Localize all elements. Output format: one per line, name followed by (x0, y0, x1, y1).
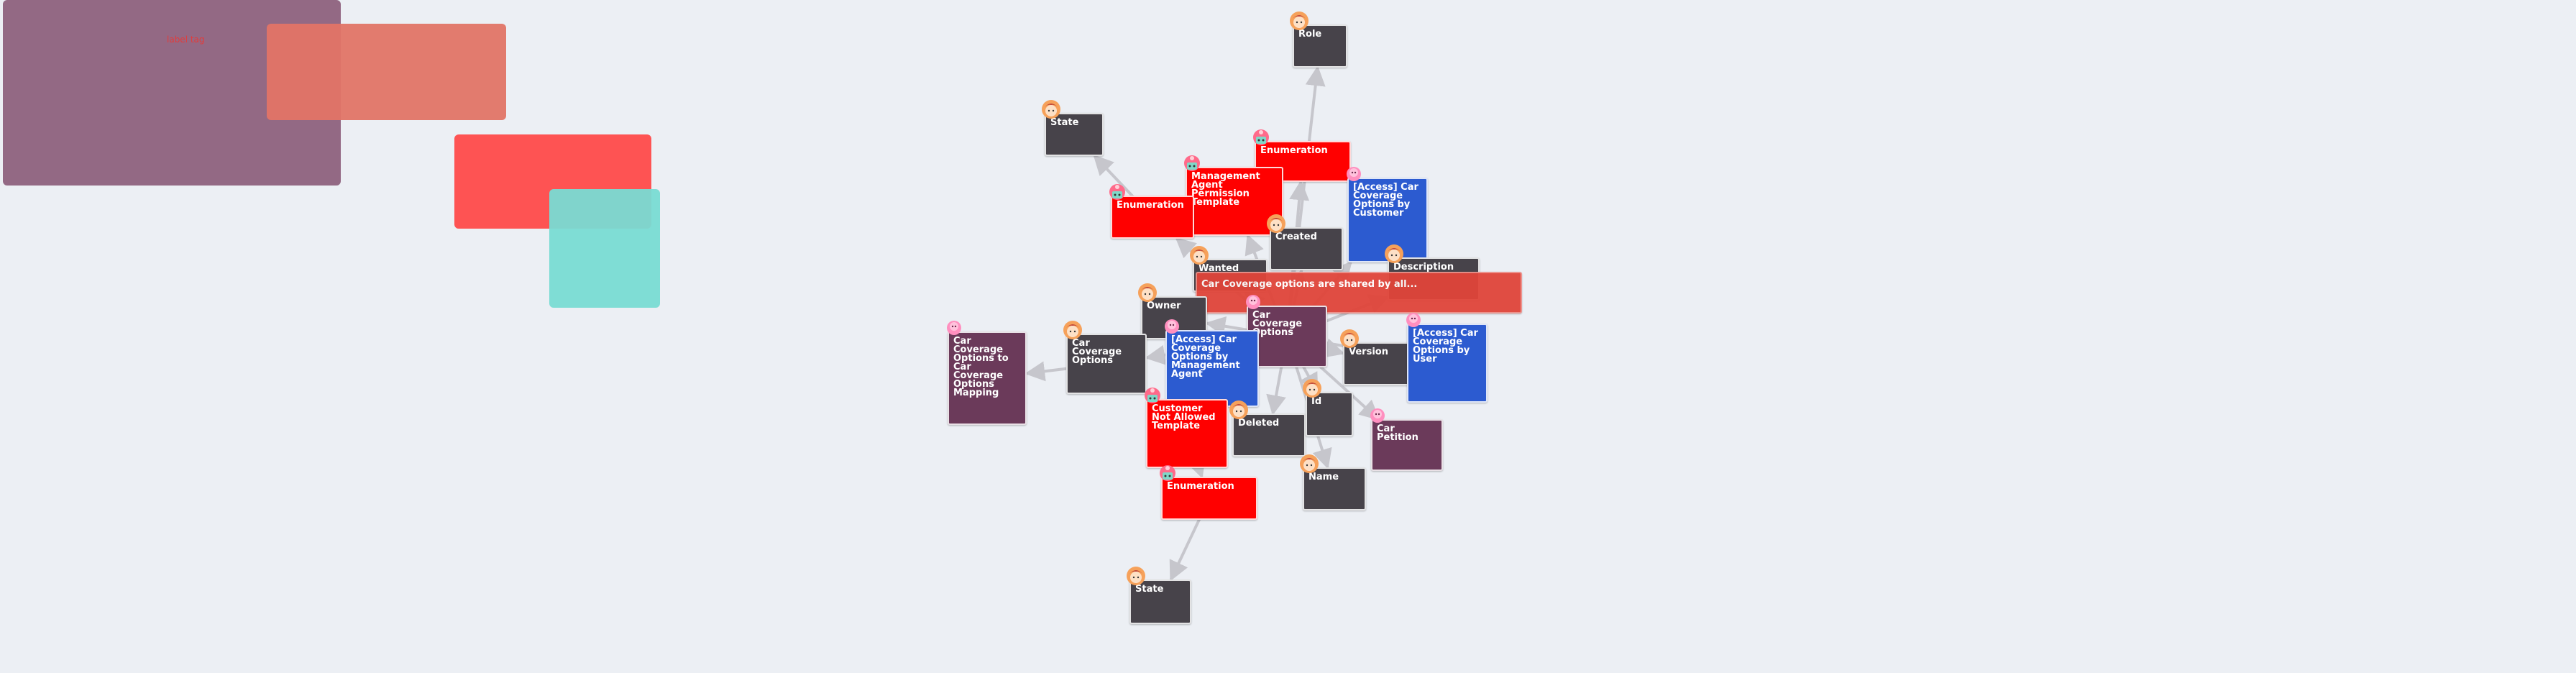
pink-blob-icon (943, 317, 965, 339)
avatar-icon (1040, 99, 1062, 120)
node-role[interactable]: Role (1290, 12, 1347, 68)
node-label: Enumeration (1167, 481, 1234, 492)
robot-icon (1157, 462, 1178, 484)
node-enum-left[interactable]: Enumeration (1109, 184, 1194, 239)
node-label: [Access] Car Coverage Options by Custome… (1353, 182, 1418, 219)
robot-icon (1142, 385, 1163, 406)
node-label: Customer Not Allowed Template (1152, 403, 1216, 431)
swimlane-region[interactable] (549, 189, 660, 308)
avatar-icon (1339, 328, 1360, 349)
avatar-icon (1125, 565, 1147, 587)
avatar-icon (1298, 453, 1320, 475)
avatar-icon (1062, 319, 1083, 341)
node-access-mgmt[interactable]: [Access] Car Coverage Options by Managem… (1165, 319, 1259, 407)
avatar-icon (1265, 213, 1287, 234)
pink-blob-icon (1343, 163, 1365, 185)
node-state-top[interactable]: State (1042, 100, 1104, 156)
avatar-icon (1383, 243, 1405, 265)
pink-blob-icon (1403, 309, 1424, 331)
node-label: Management Agent Permission Template (1191, 171, 1260, 208)
node-label: Car Coverage Options to Car Coverage Opt… (953, 336, 1009, 398)
avatar-icon (1228, 399, 1250, 421)
pink-blob-icon (1161, 316, 1183, 337)
node-label: [Access] Car Coverage Options by Managem… (1171, 334, 1240, 380)
node-customer-not-allowed[interactable]: Customer Not Allowed Template (1145, 388, 1228, 468)
node-version[interactable]: Version (1340, 329, 1413, 385)
node-label: Car Coverage options are shared by all..… (1201, 279, 1418, 290)
node-name[interactable]: Name (1300, 454, 1366, 511)
node-mapping[interactable]: Car Coverage Options to Car Coverage Opt… (947, 321, 1027, 425)
node-deleted[interactable]: Deleted (1229, 400, 1306, 457)
robot-icon (1250, 127, 1272, 148)
node-access-user[interactable]: [Access] Car Coverage Options by User (1406, 313, 1488, 403)
swimlane-region[interactable] (267, 24, 506, 120)
avatar-icon (1137, 282, 1158, 303)
node-label: [Access] Car Coverage Options by User (1413, 328, 1478, 365)
node-label: Enumeration (1260, 145, 1328, 156)
node-label: Car Coverage Options (1252, 310, 1303, 338)
node-label: Car Petition (1377, 424, 1418, 443)
region-label: label tag (167, 35, 205, 45)
node-enum-bottom[interactable]: Enumeration (1160, 465, 1257, 520)
avatar-icon (1188, 244, 1210, 266)
pink-blob-icon (1242, 291, 1264, 313)
node-created[interactable]: Created (1267, 214, 1343, 270)
avatar-icon (1288, 10, 1310, 32)
node-car-petition[interactable]: Car Petition (1370, 408, 1443, 471)
avatar-icon (1301, 377, 1323, 399)
node-label: Car Coverage Options (1072, 338, 1122, 366)
robot-icon (1181, 152, 1203, 174)
node-label: Description (1393, 262, 1454, 273)
node-car-coverage-options[interactable]: Car Coverage Options (1063, 321, 1147, 394)
robot-icon (1106, 181, 1128, 203)
node-state-bottom[interactable]: State (1127, 567, 1191, 624)
node-id[interactable]: Id (1303, 379, 1353, 436)
diagram-canvas[interactable]: label tag Role State Enumeration Management… (0, 0, 2576, 673)
pink-blob-icon (1367, 405, 1388, 426)
